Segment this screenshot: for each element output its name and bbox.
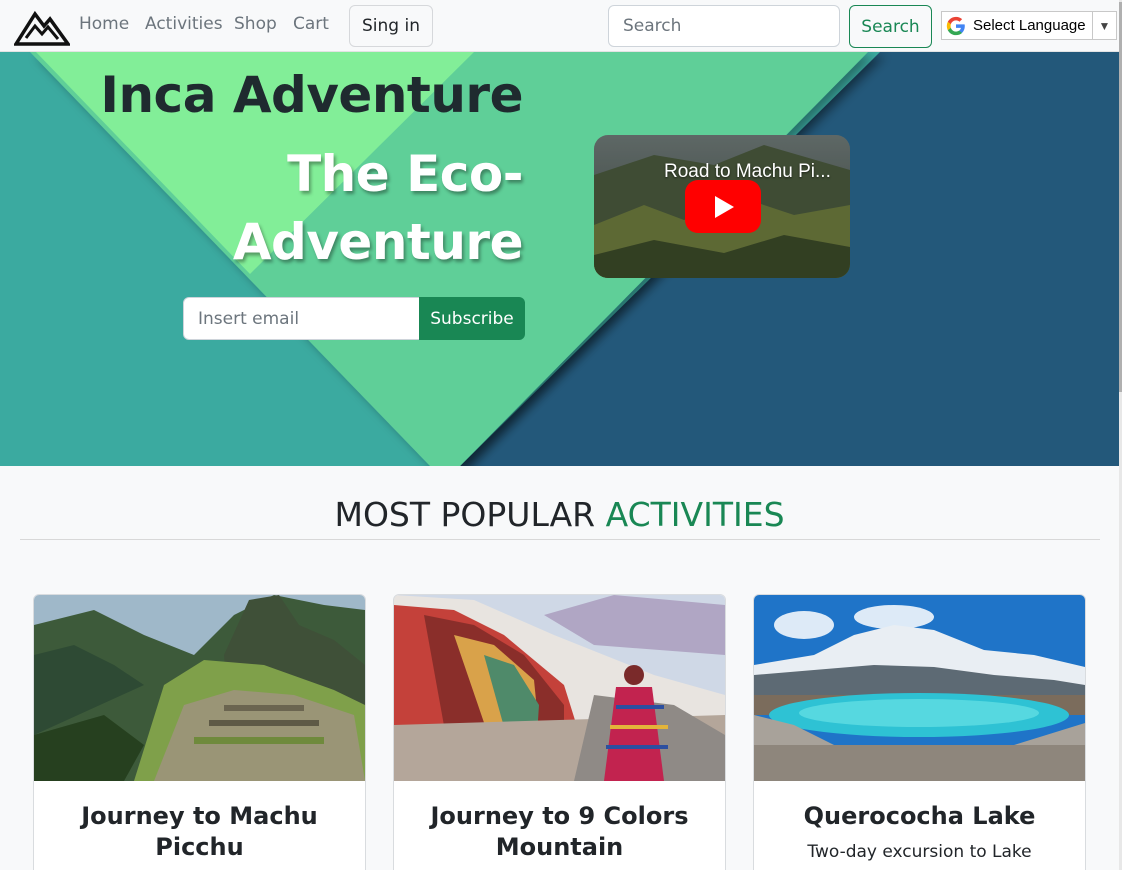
- activity-card-machu-picchu[interactable]: Journey to Machu Picchu: [33, 594, 366, 870]
- card-title-line1: Journey to 9 Colors: [430, 802, 689, 830]
- video-embed[interactable]: Road to Machu Pi...: [594, 135, 850, 278]
- rainbow-mountain-image: [394, 595, 725, 781]
- youtube-play-icon[interactable]: [685, 180, 761, 233]
- section-divider: [20, 539, 1100, 540]
- card-title-line2: Picchu: [155, 833, 244, 861]
- card-description: Two-day excursion to Lake: [807, 842, 1032, 862]
- card-title: Querococha Lake: [764, 801, 1075, 832]
- activity-card-rainbow-mountain[interactable]: Journey to 9 Colors Mountain: [393, 594, 726, 870]
- activity-card-querococha-lake[interactable]: Querococha Lake Two-day excursion to Lak…: [753, 594, 1086, 870]
- card-title-line2: Mountain: [495, 833, 624, 861]
- mountain-logo-icon[interactable]: [14, 8, 70, 46]
- card-title: Journey to Machu Picchu: [44, 801, 355, 863]
- card-title-line1: Querococha Lake: [803, 802, 1036, 830]
- hero-banner: Inca Adventure The Eco- Adventure Subscr…: [0, 52, 1119, 466]
- card-title-line1: Journey to Machu: [81, 802, 318, 830]
- email-input[interactable]: [183, 297, 420, 340]
- machu-picchu-image: [34, 595, 365, 781]
- card-title: Journey to 9 Colors Mountain: [404, 801, 715, 863]
- section-title-main: MOST POPULAR: [334, 495, 596, 534]
- section-title-accent: ACTIVITIES: [605, 495, 785, 534]
- hero-subtitle-line1: The Eco-: [287, 145, 523, 203]
- nav-link-home[interactable]: Home: [79, 14, 129, 34]
- nav-link-shop[interactable]: Shop: [234, 14, 277, 34]
- hero-subtitle: The Eco- Adventure: [232, 140, 524, 276]
- nav-link-activities[interactable]: Activities: [145, 14, 223, 34]
- navbar: Home Activities Shop Cart Sing in Search…: [0, 0, 1122, 52]
- google-g-icon: [946, 16, 965, 35]
- dropdown-arrow-icon: ▼: [1092, 12, 1116, 39]
- nav-link-cart[interactable]: Cart: [293, 14, 329, 34]
- hero-subtitle-line2: Adventure: [232, 213, 524, 271]
- hero-title: Inca Adventure: [100, 66, 523, 124]
- search-button[interactable]: Search: [849, 5, 932, 48]
- subscribe-button[interactable]: Subscribe: [419, 297, 525, 340]
- search-input[interactable]: [608, 5, 840, 47]
- language-select[interactable]: Select Language ▼: [941, 11, 1117, 40]
- language-label: Select Language: [973, 17, 1086, 34]
- section-title: MOST POPULAR ACTIVITIES: [0, 495, 1119, 534]
- signin-button[interactable]: Sing in: [349, 5, 433, 47]
- querococha-lake-image: [754, 595, 1085, 781]
